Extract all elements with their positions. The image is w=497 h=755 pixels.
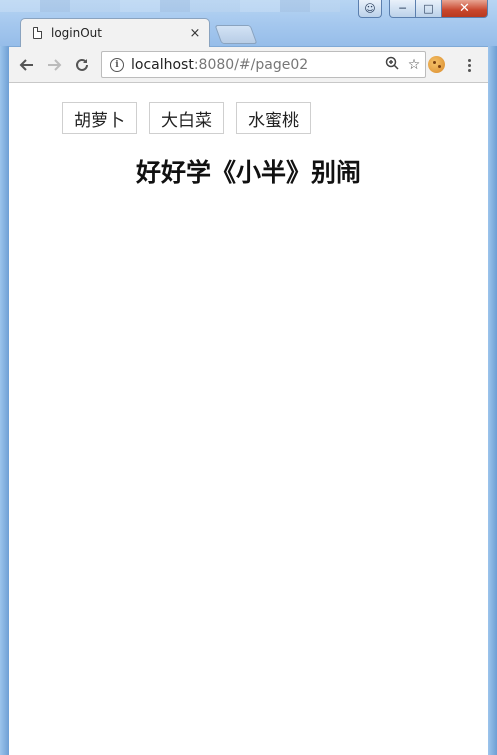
window-controls: ☺ ─ □ ✕: [358, 0, 488, 19]
page-nav-buttons: 胡萝卜 大白菜 水蜜桃: [62, 102, 311, 134]
url-path: :8080/#/page02: [193, 56, 309, 73]
forward-arrow-icon[interactable]: [44, 55, 64, 75]
url-host: localhost: [131, 56, 194, 73]
reload-icon[interactable]: [72, 55, 92, 75]
page-viewport: 胡萝卜 大白菜 水蜜桃 好好学《小半》别闹: [9, 83, 488, 755]
site-info-icon[interactable]: i: [110, 57, 124, 72]
close-window-button[interactable]: ✕: [442, 0, 488, 18]
tab-close-icon[interactable]: ×: [185, 26, 205, 41]
bookmark-star-icon[interactable]: ☆: [403, 57, 425, 73]
window-frame-right: [488, 0, 497, 755]
browser-menu-icon[interactable]: [461, 55, 477, 75]
address-bar[interactable]: i localhost:8080/#/page02 ☆: [101, 51, 426, 78]
user-profile-icon[interactable]: ☺: [358, 0, 382, 18]
nav-button-carrot[interactable]: 胡萝卜: [62, 102, 137, 134]
nav-button-cabbage[interactable]: 大白菜: [149, 102, 224, 134]
titlebar-background: [0, 0, 340, 12]
minimize-button[interactable]: ─: [389, 0, 416, 18]
nav-button-peach[interactable]: 水蜜桃: [236, 102, 311, 134]
back-arrow-icon[interactable]: [17, 55, 37, 75]
window-frame-left: [0, 0, 9, 755]
zoom-icon[interactable]: [381, 56, 403, 74]
browser-tab-active[interactable]: loginOut ×: [20, 18, 210, 47]
browser-toolbar: i localhost:8080/#/page02 ☆: [9, 47, 488, 83]
page-heading: 好好学《小半》别闹: [135, 158, 361, 187]
tab-title: loginOut: [51, 26, 102, 40]
page-icon: [33, 27, 42, 39]
cookie-extension-icon[interactable]: [428, 56, 445, 73]
url-text[interactable]: localhost:8080/#/page02: [131, 57, 381, 73]
new-tab-button[interactable]: [214, 25, 258, 44]
maximize-button[interactable]: □: [416, 0, 442, 18]
